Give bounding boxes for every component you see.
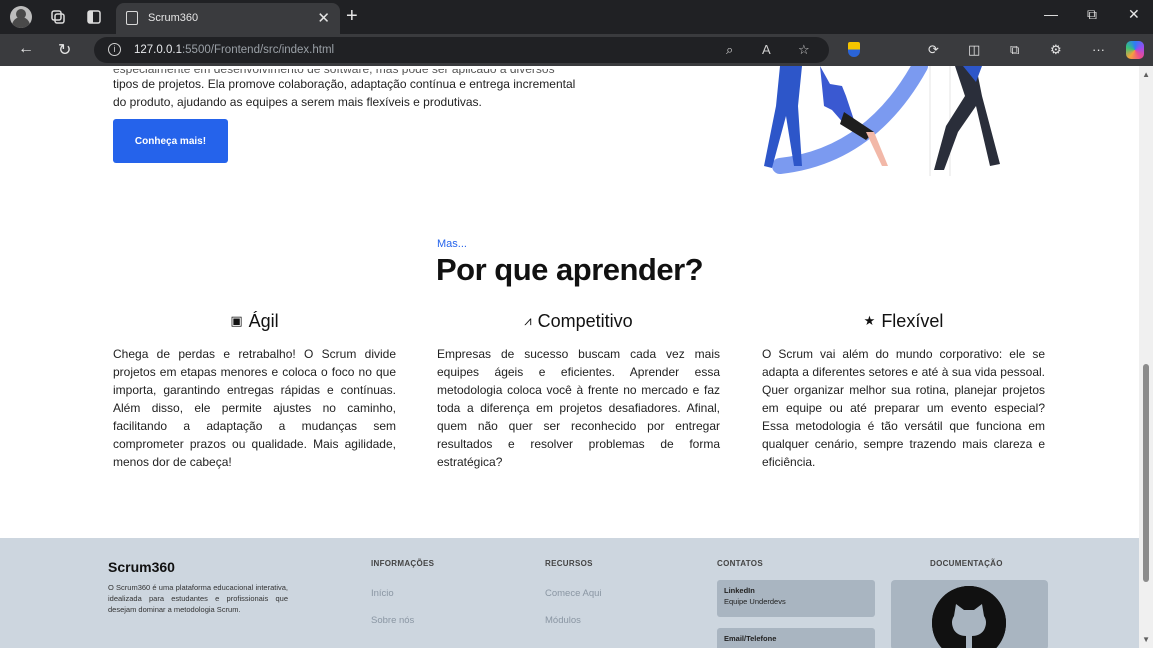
read-aloud-icon[interactable]: A xyxy=(762,42,771,57)
close-window-icon[interactable]: ✕ xyxy=(1128,6,1140,23)
title-bar: Scrum360 ✕ + — ⧉ ✕ xyxy=(0,0,1153,34)
feature-title: Flexível xyxy=(881,310,944,331)
footer-brand: Scrum360 xyxy=(108,559,175,575)
favorite-star-icon[interactable]: ☆ xyxy=(798,42,810,58)
feature-flexivel: ★ Flexível O Scrum vai além do mundo cor… xyxy=(762,309,1045,471)
scroll-down-icon[interactable]: ▼ xyxy=(1142,635,1150,644)
extension-shield-icon[interactable] xyxy=(848,42,860,57)
footer-docs-heading: DOCUMENTAÇÃO xyxy=(930,559,1003,568)
chart-icon: ⩘ xyxy=(524,313,532,328)
workspaces-icon[interactable] xyxy=(48,7,68,27)
extensions-icon[interactable]: ⚙ xyxy=(1050,42,1062,58)
url-text[interactable]: 127.0.0.1:5500/Frontend/src/index.html xyxy=(134,44,334,56)
footer-info-heading: INFORMAÇÕES xyxy=(371,559,435,568)
site-info-icon[interactable]: i xyxy=(108,43,121,56)
footer-description: O Scrum360 é uma plataforma educacional … xyxy=(108,583,288,614)
restore-icon[interactable]: ⧉ xyxy=(1087,6,1097,23)
zoom-icon[interactable]: ⌕ xyxy=(726,42,733,58)
page-scrollbar[interactable]: ▲ ▼ xyxy=(1139,66,1153,648)
url-path: :5500/Frontend/src/index.html xyxy=(181,44,335,56)
new-tab-icon[interactable]: + xyxy=(346,5,358,28)
feature-heading: ⩘ Competitivo xyxy=(437,309,720,333)
star-icon: ★ xyxy=(863,313,876,328)
contact-linkedin-title: LinkedIn xyxy=(724,586,755,595)
extension-refresh-icon[interactable]: ⟳ xyxy=(928,42,939,58)
feature-title: Ágil xyxy=(248,310,279,331)
contact-email-card[interactable]: Email/Telefone xyxy=(717,628,875,648)
refresh-icon[interactable]: ↻ xyxy=(58,40,71,60)
back-icon[interactable]: ← xyxy=(18,40,34,58)
hero-line-2: tipos de projetos. Ela promove colaboraç… xyxy=(113,77,576,91)
github-icon[interactable] xyxy=(932,586,1006,648)
hero-line-3: do produto, ajudando as equipes a serem … xyxy=(113,95,482,109)
page-viewport: especialmente em desenvolvimento de soft… xyxy=(0,66,1153,648)
collections-icon[interactable]: ⧉ xyxy=(1010,42,1019,58)
feature-description: O Scrum vai além do mundo corporativo: e… xyxy=(762,347,1045,469)
feature-heading: ▣ Ágil xyxy=(113,309,396,333)
site-footer: Scrum360 O Scrum360 é uma plataforma edu… xyxy=(0,538,1139,648)
footer-contacts-heading: CONTATOS xyxy=(717,559,763,568)
more-menu-icon[interactable]: ··· xyxy=(1092,42,1105,57)
feature-description: Chega de perdas e retrabalho! O Scrum di… xyxy=(113,347,396,469)
tab-scrum360[interactable]: Scrum360 ✕ xyxy=(116,3,340,34)
scroll-up-icon[interactable]: ▲ xyxy=(1142,70,1150,79)
split-screen-icon[interactable]: ◫ xyxy=(968,42,980,58)
contact-email-title: Email/Telefone xyxy=(724,634,777,643)
footer-link-modulos[interactable]: Módulos xyxy=(545,615,581,626)
tab-close-icon[interactable]: ✕ xyxy=(317,9,330,27)
scroll-thumb[interactable] xyxy=(1143,364,1149,582)
contact-linkedin-card[interactable]: LinkedIn Equipe Underdevs xyxy=(717,580,875,617)
browser-window: Scrum360 ✕ + — ⧉ ✕ ← ↻ i 127.0.0.1:5500/… xyxy=(0,0,1153,648)
address-bar[interactable]: i 127.0.0.1:5500/Frontend/src/index.html… xyxy=(94,37,829,63)
feature-agil: ▣ Ágil Chega de perdas e retrabalho! O S… xyxy=(113,309,396,471)
contact-linkedin-value: Equipe Underdevs xyxy=(724,597,786,606)
learn-more-button[interactable]: Conheça mais! xyxy=(113,119,228,163)
profile-avatar[interactable] xyxy=(10,6,32,28)
team-illustration xyxy=(764,66,1000,176)
clipboard-icon: ▣ xyxy=(230,313,243,328)
feature-heading: ★ Flexível xyxy=(762,309,1045,333)
tab-actions-icon[interactable] xyxy=(84,7,104,27)
footer-resources-heading: RECURSOS xyxy=(545,559,593,568)
section-title: Por que aprender? xyxy=(436,252,704,287)
copilot-icon[interactable] xyxy=(1126,41,1144,59)
tab-title: Scrum360 xyxy=(148,12,199,24)
hero-description: especialmente em desenvolvimento de soft… xyxy=(113,69,643,111)
url-host: 127.0.0.1 xyxy=(134,44,182,56)
feature-description: Empresas de sucesso buscam cada vez mais… xyxy=(437,347,720,469)
feature-competitivo: ⩘ Competitivo Empresas de sucesso buscam… xyxy=(437,309,720,471)
footer-link-inicio[interactable]: Início xyxy=(371,588,394,599)
footer-link-comece[interactable]: Comece Aqui xyxy=(545,588,602,599)
page-icon xyxy=(126,11,138,25)
feature-title: Competitivo xyxy=(537,310,633,331)
minimize-icon[interactable]: — xyxy=(1044,6,1058,22)
footer-link-sobre[interactable]: Sobre nós xyxy=(371,615,414,626)
browser-toolbar: ← ↻ i 127.0.0.1:5500/Frontend/src/index.… xyxy=(0,34,1153,66)
section-kicker: Mas... xyxy=(437,238,467,250)
documentation-card[interactable] xyxy=(891,580,1048,648)
